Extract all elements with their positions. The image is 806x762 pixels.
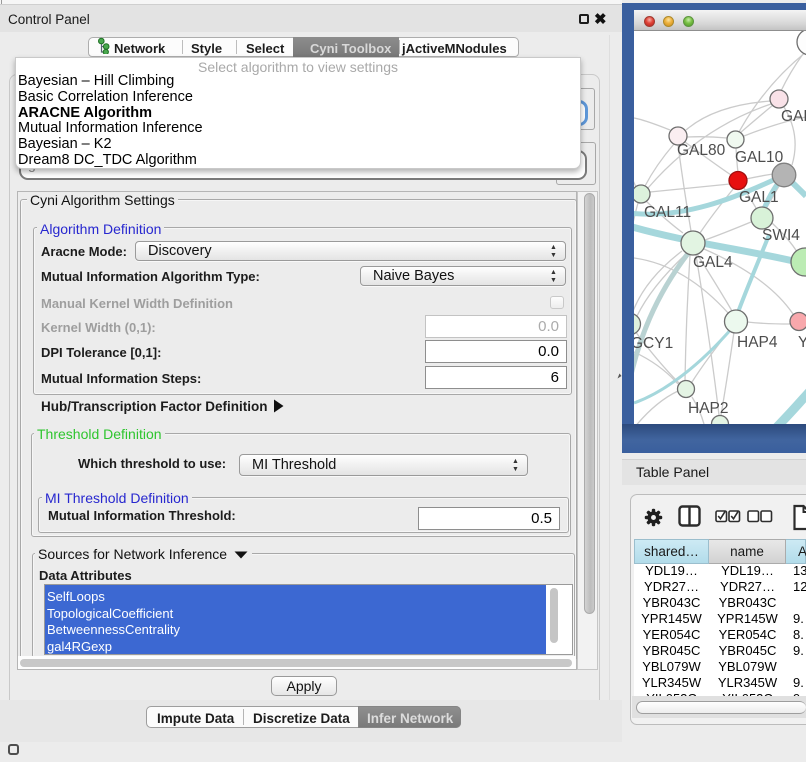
svg-text:GAL1: GAL1 <box>739 189 779 206</box>
svg-text:HAP2: HAP2 <box>688 400 729 417</box>
svg-text:Y: Y <box>798 334 806 351</box>
svg-text:GCY1: GCY1 <box>634 335 673 352</box>
svg-text:GAL11: GAL11 <box>644 204 691 221</box>
svg-text:GAL80: GAL80 <box>677 142 726 159</box>
svg-text:GAL4: GAL4 <box>693 254 733 271</box>
svg-text:GAL: GAL <box>781 108 806 125</box>
svg-text:SWI4: SWI4 <box>762 227 800 244</box>
svg-text:GAL10: GAL10 <box>735 149 784 166</box>
svg-text:HAP4: HAP4 <box>737 334 778 351</box>
